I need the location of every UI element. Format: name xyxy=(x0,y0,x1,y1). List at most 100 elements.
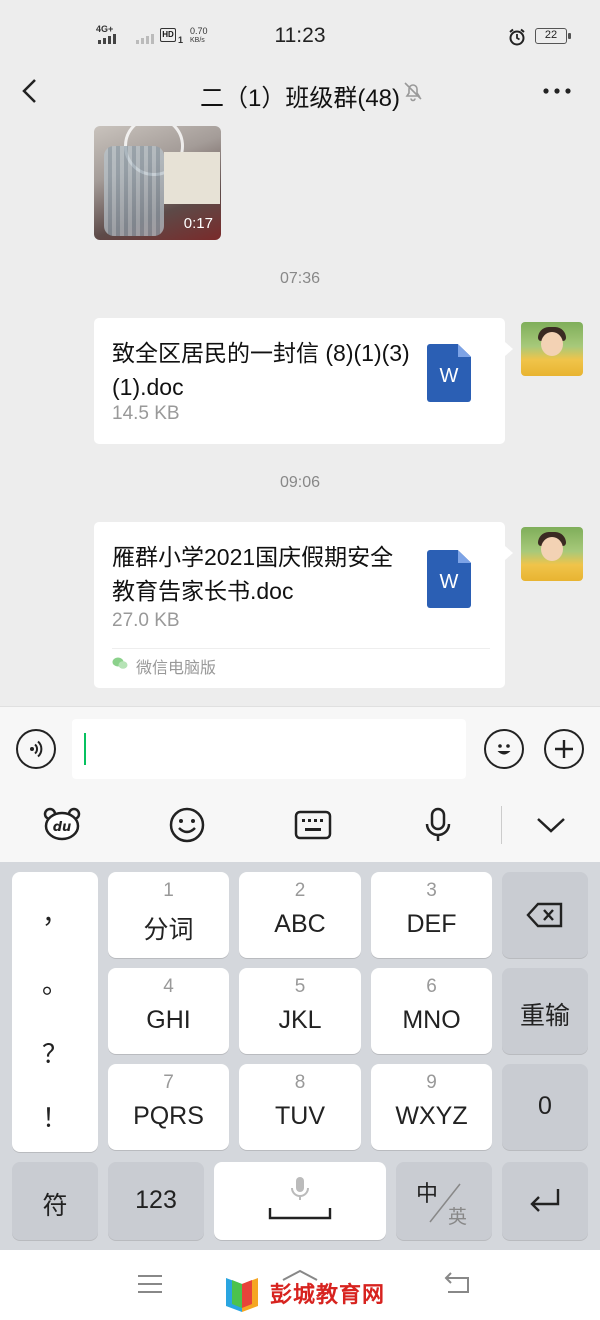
punct-question[interactable]: ？ xyxy=(12,1034,98,1071)
smiley-icon xyxy=(497,744,511,755)
chat-title: 二（1）班级群(48) xyxy=(199,85,401,112)
key-label: JKL xyxy=(278,1006,322,1034)
chevron-down-icon xyxy=(537,818,565,833)
status-bar: 4G+ HD 1 0.70 KB/s 11:23 22 xyxy=(0,0,600,70)
keyboard-icon[interactable] xyxy=(294,810,332,840)
key-num: 6 xyxy=(426,976,437,997)
space-bar-icon xyxy=(268,1208,332,1220)
key-3[interactable]: 3 DEF xyxy=(371,872,492,958)
file-name: 致全区居民的一封信 (8)(1)(3)(1).doc xyxy=(112,340,410,400)
book-logo-icon xyxy=(222,1276,262,1314)
enter-key[interactable] xyxy=(502,1162,588,1240)
more-functions-button[interactable] xyxy=(544,729,584,769)
message-input[interactable] xyxy=(72,719,466,779)
file-message[interactable]: 致全区居民的一封信 (8)(1)(3)(1).doc 14.5 KB W xyxy=(94,318,513,444)
key-1[interactable]: 1 分词 xyxy=(108,872,229,958)
microphone-icon xyxy=(291,1177,309,1200)
space-key[interactable] xyxy=(214,1162,386,1240)
title-bar: 二（1）班级群(48) xyxy=(0,70,600,126)
key-num: 7 xyxy=(163,1072,174,1093)
punct-comma[interactable]: ， xyxy=(12,894,98,931)
plus-icon xyxy=(555,740,573,758)
timestamp: 07:36 xyxy=(279,270,321,287)
backspace-icon xyxy=(526,902,563,928)
divider xyxy=(112,648,490,649)
collapse-keyboard-button[interactable] xyxy=(534,812,568,836)
voice-button[interactable] xyxy=(16,729,56,769)
key-num: 1 xyxy=(163,880,174,901)
chat-area[interactable]: 0:17 07:36 致全区居民的一封信 (8)(1)(3)(1).doc 14… xyxy=(0,126,600,706)
more-dots-icon xyxy=(543,88,571,94)
punctuation-column[interactable]: ， 。 ？ ！ xyxy=(12,872,98,1152)
symbol-key[interactable]: 符 xyxy=(12,1162,98,1240)
wechat-icon xyxy=(112,656,128,670)
key-0[interactable]: 0 xyxy=(502,1064,588,1150)
voice-wave-icon xyxy=(30,740,43,758)
key-num: 3 xyxy=(426,880,437,901)
key-label: 符 xyxy=(42,1192,68,1220)
key-num: 2 xyxy=(294,880,306,901)
key-num: 9 xyxy=(426,1072,437,1093)
key-8[interactable]: 8 TUV xyxy=(239,1064,361,1150)
key-label: 123 xyxy=(135,1186,177,1214)
svg-text:du: du xyxy=(53,820,72,835)
timestamp: 09:06 xyxy=(279,474,321,491)
battery-indicator: 22 xyxy=(535,28,571,44)
key-label: MNO xyxy=(402,1006,461,1034)
avatar[interactable] xyxy=(521,322,583,376)
text-caret xyxy=(84,733,86,765)
file-size: 27.0 KB xyxy=(112,610,180,631)
key-label: 重输 xyxy=(519,1002,570,1030)
keyboard-toolbar: du xyxy=(0,790,600,862)
word-doc-icon: W xyxy=(427,344,471,402)
key-label: ABC xyxy=(274,910,326,938)
watermark-text: 彭城教育网 xyxy=(270,1282,386,1307)
language-switch-key[interactable]: 中 英 xyxy=(396,1162,492,1240)
more-button[interactable] xyxy=(540,78,574,104)
key-label: 分词 xyxy=(143,916,194,944)
video-content-book xyxy=(164,152,220,204)
key-label: PQRS xyxy=(133,1102,204,1130)
key-num: 8 xyxy=(294,1072,306,1093)
input-bar xyxy=(0,706,600,790)
keyboard: ， 。 ？ ！ 1 分词 2 ABC 3 DEF 4 GHI 5 JKL 6 M… xyxy=(0,862,600,1250)
reenter-key[interactable]: 重输 xyxy=(502,968,588,1054)
key-label: TUV xyxy=(275,1102,325,1130)
enter-icon xyxy=(530,1189,560,1212)
bell-off-icon xyxy=(402,80,424,102)
file-name: 雁群小学2021国庆假期安全教育告家长书.doc xyxy=(112,544,394,604)
key-label: 0 xyxy=(538,1092,552,1120)
emoji-button[interactable] xyxy=(484,729,524,769)
key-4[interactable]: 4 GHI xyxy=(108,968,229,1054)
microphone-icon[interactable] xyxy=(424,806,452,844)
key-label: GHI xyxy=(146,1006,191,1034)
file-message[interactable]: 雁群小学2021国庆假期安全教育告家长书.doc 27.0 KB W 微信电脑版 xyxy=(94,522,513,688)
key-label: DEF xyxy=(406,910,457,938)
punct-period[interactable]: 。 xyxy=(12,964,98,1001)
source-label: 微信电脑版 xyxy=(136,660,217,677)
file-size: 14.5 KB xyxy=(112,403,180,424)
key-num: 4 xyxy=(163,976,174,997)
avatar[interactable] xyxy=(521,527,583,581)
key-label: WXYZ xyxy=(395,1102,468,1130)
alarm-icon xyxy=(508,28,526,46)
punct-exclaim[interactable]: ！ xyxy=(12,1098,98,1135)
lang-alt-label: 英 xyxy=(448,1207,468,1228)
key-2[interactable]: 2 ABC xyxy=(239,872,361,958)
return-arrow-icon[interactable] xyxy=(442,1272,472,1296)
navigation-bar: 彭城教育网 xyxy=(0,1250,600,1320)
key-num: 5 xyxy=(294,976,306,997)
toolbar-divider xyxy=(501,806,502,844)
key-6[interactable]: 6 MNO xyxy=(371,968,492,1054)
word-doc-icon: W xyxy=(427,550,471,608)
key-7[interactable]: 7 PQRS xyxy=(108,1064,229,1150)
key-5[interactable]: 5 JKL xyxy=(239,968,361,1054)
backspace-key[interactable] xyxy=(502,872,588,958)
emoji-icon[interactable] xyxy=(168,806,206,844)
du-bear-icon[interactable]: du xyxy=(42,806,82,842)
video-message[interactable]: 0:17 xyxy=(94,126,221,240)
numeric-key[interactable]: 123 xyxy=(108,1162,204,1240)
video-duration: 0:17 xyxy=(183,215,213,232)
menu-lines-icon[interactable] xyxy=(136,1272,164,1296)
key-9[interactable]: 9 WXYZ xyxy=(371,1064,492,1150)
